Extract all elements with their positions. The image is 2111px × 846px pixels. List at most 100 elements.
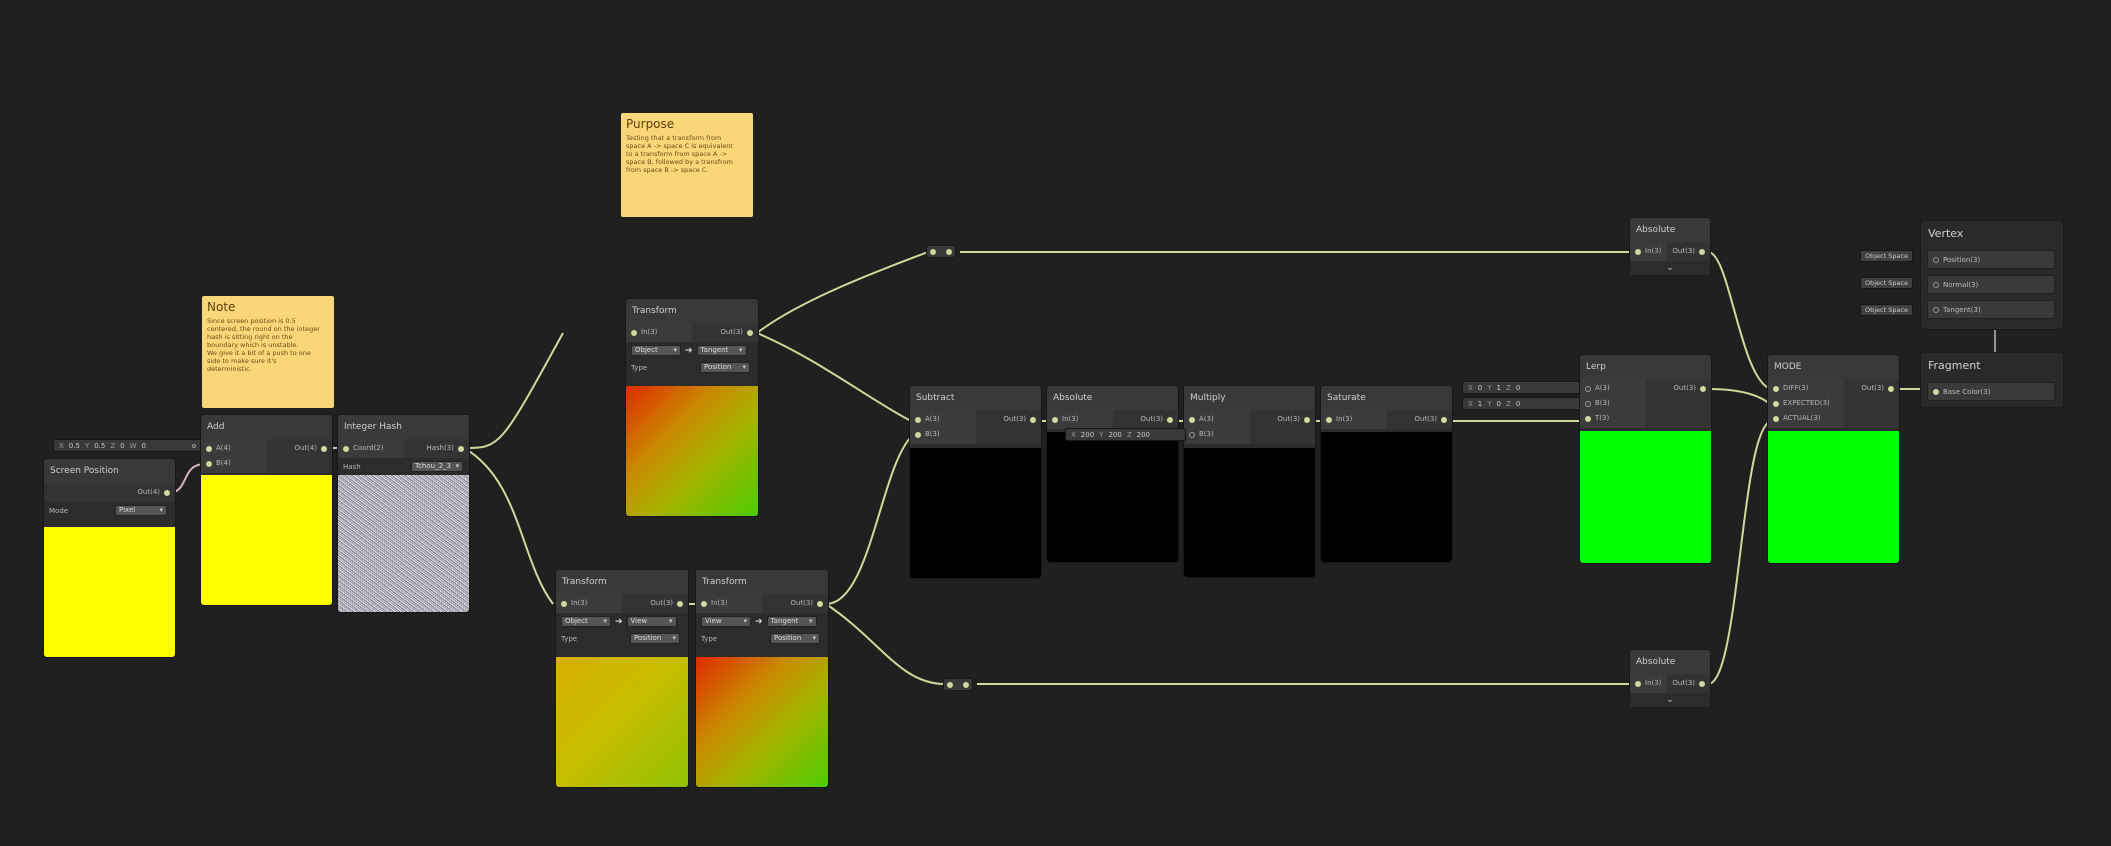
node-absolute[interactable]: Absolute In(3) Out(3) [1046,385,1179,563]
port-connector[interactable] [963,681,969,688]
port-connector[interactable] [206,445,212,452]
node-screen-position[interactable]: Screen Position Out(4) Mode Pixel [43,458,176,658]
port-connector[interactable] [1773,400,1779,407]
from-space-dropdown[interactable]: View [701,616,751,627]
input-port[interactable]: In(3) [1047,412,1113,427]
port-connector[interactable] [947,681,953,688]
port-connector[interactable] [930,248,936,255]
input-port[interactable]: In(3) [696,596,762,611]
port-connector[interactable] [1326,416,1332,423]
inline-vector4[interactable]: X 0.5 Y 0.5 Z0 W0 [53,439,202,452]
input-port[interactable]: In(3) [1630,676,1667,691]
input-port-t[interactable]: T(3) [1580,411,1646,426]
input-port-a[interactable]: A(3) [1580,381,1646,396]
space-tag-position[interactable]: Object Space [1860,250,1914,262]
port-connector[interactable] [747,329,753,336]
type-dropdown[interactable]: Position [770,633,820,644]
port-connector[interactable] [1933,281,1939,288]
port-connector[interactable] [1699,248,1705,255]
port-connector[interactable] [1030,416,1036,423]
port-connector[interactable] [1585,415,1591,422]
port-connector[interactable] [677,600,683,607]
port-connector[interactable] [206,460,212,467]
fragment-context[interactable]: Fragment Base Color(3) [1920,352,2064,408]
input-port[interactable]: In(3) [1321,412,1387,427]
output-port[interactable]: Out(3) [622,596,688,611]
space-tag-normal[interactable]: Object Space [1860,277,1914,289]
port-connector[interactable] [1167,416,1173,423]
port-connector[interactable] [817,600,823,607]
input-port[interactable]: In(3) [1630,244,1667,259]
node-transform-bottom-2[interactable]: Transform In(3) Out(3) View ➔Tangent Type… [695,569,829,788]
output-port[interactable]: Out(3) [1113,412,1179,427]
sticky-note-note[interactable]: Note Since screen position is 0.5 center… [202,296,334,408]
port-connector[interactable] [1773,415,1779,422]
port-connector[interactable] [1585,385,1591,392]
port-connector[interactable] [915,416,921,423]
port-connector[interactable] [1699,680,1705,687]
node-multiply[interactable]: Multiply A(3) B(3) Out(3) [1183,385,1316,578]
port-connector[interactable] [458,445,464,452]
redirect-node-top[interactable] [926,245,956,258]
inline-vector3-a[interactable]: X0 Y1 Z0 [1462,381,1592,394]
output-port[interactable]: Out(3) [1387,412,1453,427]
output-port[interactable]: Hash(3) [404,441,470,456]
port-connector[interactable] [701,600,707,607]
input-port-b[interactable]: B(3) [1580,396,1646,411]
input-port-b[interactable]: B(3) [910,427,976,442]
type-dropdown[interactable]: Position [630,633,680,644]
output-port[interactable]: Out(4) [44,485,175,500]
output-port[interactable]: Out(4) [267,441,333,456]
input-port-a[interactable]: A(3) [1184,412,1250,427]
output-port[interactable]: Out(3) [692,325,758,340]
sticky-note-purpose[interactable]: Purpose Testing that a transform from sp… [621,113,753,217]
node-absolute-bottom[interactable]: Absolute In(3) Out(3) ⌄ [1629,649,1711,707]
port-connector[interactable] [915,431,921,438]
input-port-b[interactable]: B(3) [1184,427,1250,442]
inline-output-port[interactable] [192,443,196,448]
input-port-a[interactable]: A(4) [201,441,267,456]
input-port-expected[interactable]: EXPECTED(3) [1768,396,1844,411]
output-port[interactable]: Out(3) [1667,244,1710,259]
input-port-b[interactable]: B(4) [201,456,267,471]
output-port[interactable]: Out(3) [1646,381,1712,396]
node-mode[interactable]: MODE DIFF(3) EXPECTED(3) ACTUAL(3) Out(3… [1767,354,1900,564]
inline-vector3[interactable]: X 200 Y 200 Z 200 [1065,428,1186,441]
input-port-a[interactable]: A(3) [910,412,976,427]
port-connector[interactable] [946,248,952,255]
port-connector[interactable] [1700,385,1706,392]
type-dropdown[interactable]: Position [700,362,750,373]
port-connector[interactable] [1585,400,1591,407]
from-space-dropdown[interactable]: Object [561,616,611,627]
port-connector[interactable] [1635,680,1641,687]
port-connector[interactable] [343,445,349,452]
node-transform-top[interactable]: Transform In(3) Out(3) Object ➔Tangent Ty… [625,298,759,517]
port-connector[interactable] [1441,416,1447,423]
input-port[interactable]: In(3) [626,325,692,340]
port-connector[interactable] [1888,385,1894,392]
inline-vector3-b[interactable]: X1 Y0 Z0 [1462,397,1592,410]
node-add[interactable]: Add A(4) B(4) Out(4) [200,414,333,606]
expand-chevron-icon[interactable]: ⌄ [1630,261,1710,275]
output-port[interactable]: Out(3) [762,596,828,611]
block-base-color[interactable]: Base Color(3) [1927,382,2055,401]
block-position[interactable]: Position(3) [1927,250,2055,269]
from-space-dropdown[interactable]: Object [631,345,681,356]
block-tangent[interactable]: Tangent(3) [1927,300,2055,319]
port-connector[interactable] [1933,388,1939,395]
node-absolute-top[interactable]: Absolute In(3) Out(3) ⌄ [1629,217,1711,275]
node-transform-bottom-1[interactable]: Transform In(3) Out(3) Object ➔View TypeP… [555,569,689,788]
vertex-context[interactable]: Vertex Position(3) Normal(3) Tangent(3) [1920,220,2064,330]
port-connector[interactable] [1773,385,1779,392]
port-connector[interactable] [321,445,327,452]
port-connector[interactable] [1933,256,1939,263]
mode-dropdown[interactable]: Pixel [115,505,167,516]
node-lerp[interactable]: Lerp A(3) B(3) T(3) Out(3) [1579,354,1712,564]
input-port-diff[interactable]: DIFF(3) [1768,381,1844,396]
input-port-actual[interactable]: ACTUAL(3) [1768,411,1844,426]
node-saturate[interactable]: Saturate In(3) Out(3) [1320,385,1453,563]
port-connector[interactable] [1189,431,1195,438]
output-port[interactable]: Out(3) [1250,412,1316,427]
output-port[interactable]: Out(3) [1844,381,1899,396]
port-connector[interactable] [1189,416,1195,423]
